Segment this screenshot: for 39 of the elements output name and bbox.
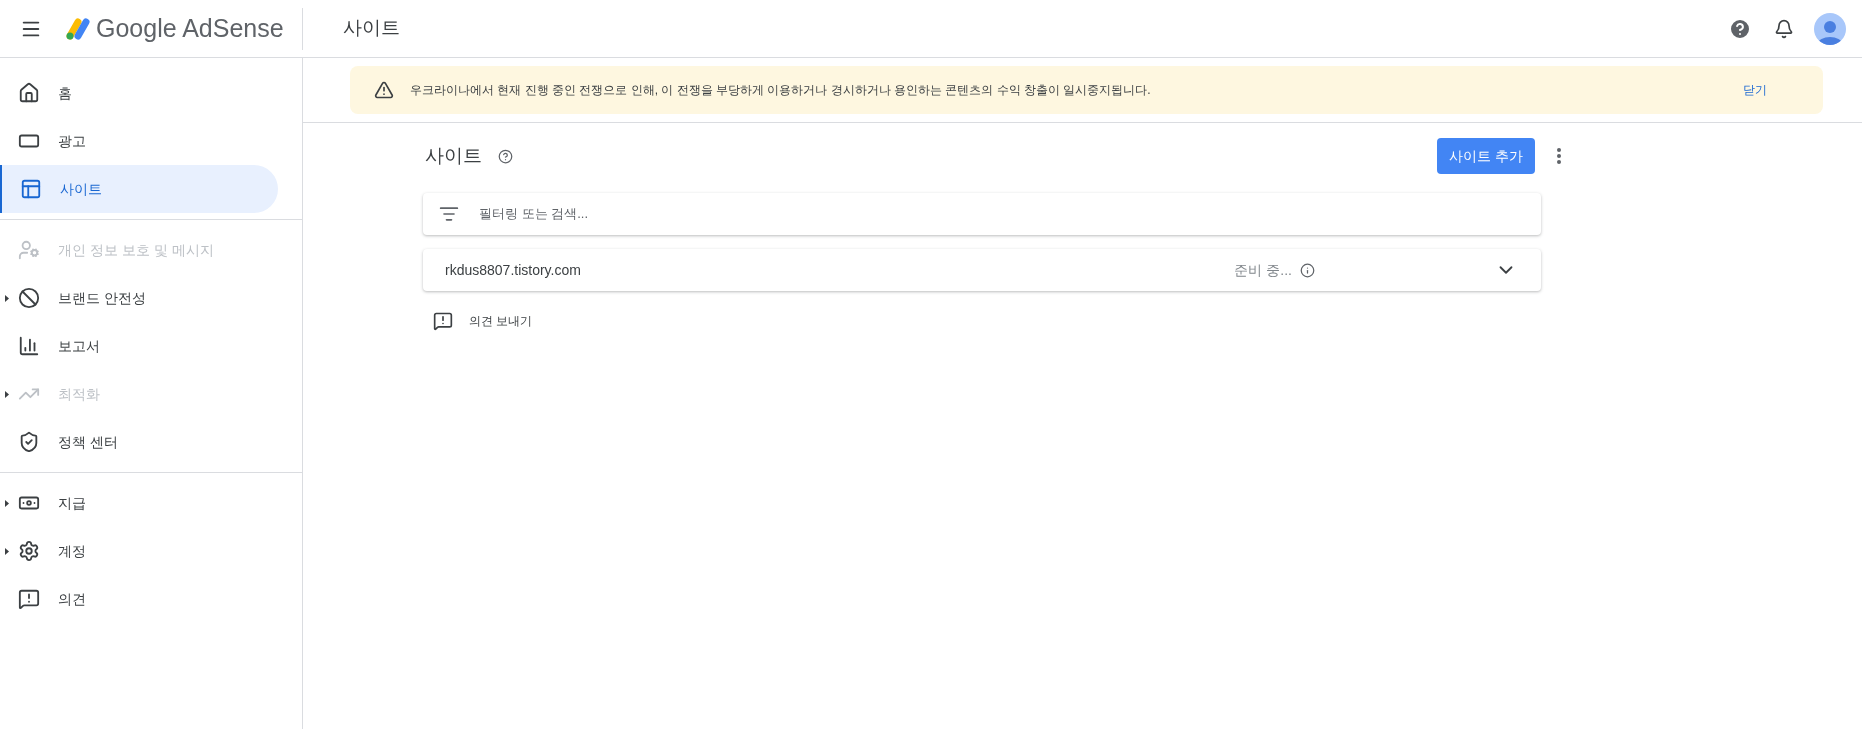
- bar-chart-icon: [18, 335, 40, 357]
- add-site-button[interactable]: 사이트 추가: [1437, 138, 1535, 174]
- nav-item[interactable]: 홈: [0, 69, 278, 117]
- nav-item[interactable]: 의견: [0, 575, 278, 623]
- filter-icon: [439, 204, 459, 224]
- warning-icon: [374, 80, 394, 100]
- send-feedback-link[interactable]: 의견 보내기: [433, 311, 1541, 331]
- brand-name: Google AdSense: [96, 12, 284, 44]
- feedback-icon: [433, 311, 453, 331]
- more-vertical-icon: [1557, 148, 1561, 164]
- shield-icon: [18, 431, 40, 453]
- nav-item[interactable]: 사이트: [0, 165, 278, 213]
- nav-item[interactable]: 지급: [0, 479, 278, 527]
- nav-item[interactable]: 보고서: [0, 322, 278, 370]
- help-icon[interactable]: [498, 148, 513, 164]
- dismiss-link[interactable]: 닫기: [1743, 81, 1767, 99]
- nav-item[interactable]: 광고: [0, 117, 278, 165]
- expand-caret-icon: [5, 499, 9, 507]
- feedback-icon: [18, 588, 40, 610]
- site-row[interactable]: rkdus8807.tistory.com 준비 중...: [423, 249, 1541, 291]
- settings-icon: [18, 540, 40, 562]
- section-title: 사이트: [425, 143, 482, 168]
- site-status: 준비 중...: [1234, 260, 1292, 280]
- filter-input[interactable]: 필터링 또는 검색...: [479, 204, 1525, 224]
- expand-caret-icon: [5, 294, 9, 302]
- expand-caret-icon: [5, 390, 9, 398]
- home-icon: [18, 82, 40, 104]
- expand-caret-icon: [5, 547, 9, 555]
- person-icon: [18, 239, 40, 261]
- nav-item[interactable]: 정책 센터: [0, 418, 278, 466]
- nav-item[interactable]: 브랜드 안전성: [0, 274, 278, 322]
- nav-item[interactable]: 계정: [0, 527, 278, 575]
- block-icon: [18, 287, 40, 309]
- info-icon[interactable]: [1300, 262, 1315, 278]
- page-title: 사이트: [343, 16, 400, 41]
- site-domain: rkdus8807.tistory.com: [445, 260, 581, 280]
- banner-message: 우크라이나에서 현재 진행 중인 전쟁으로 인해, 이 전쟁을 부당하게 이용하거나 경시하거나 용인하는 콘텐츠의 수익 창출이 일시중지됩니다.: [410, 82, 1151, 99]
- avatar-button[interactable]: [1814, 12, 1846, 45]
- site-layout-icon: [20, 178, 42, 200]
